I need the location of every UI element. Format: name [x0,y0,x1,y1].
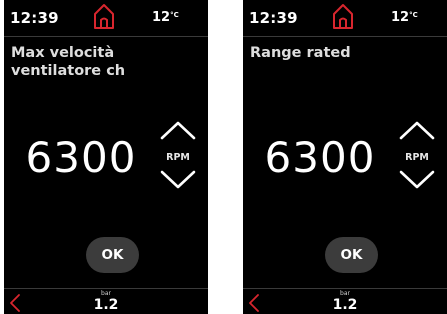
parameter-title: Max velocità ventilatore ch [11,45,126,79]
unit-label: RPM [405,152,429,163]
bottom-bar: bar 1.2 [4,288,208,314]
ok-button[interactable]: OK [86,237,139,273]
temperature-value: 12 [152,10,171,25]
pressure-value: 1.2 [93,297,119,313]
chevron-down-icon[interactable] [398,168,436,192]
chevron-down-icon[interactable] [159,168,197,192]
home-icon[interactable] [92,2,116,30]
chevron-up-icon[interactable] [159,118,197,142]
home-icon[interactable] [331,2,355,30]
temperature-unit: °C [409,11,418,19]
unit-label: RPM [166,152,190,163]
temperature-value: 12 [391,10,410,25]
device-screen-left: 12:39 12°C Max velocità ventilatore ch 6… [4,0,208,314]
parameter-title: Range rated [250,45,351,61]
clock-time: 12:39 [249,9,298,27]
parameter-value: 6300 [264,133,376,182]
bottom-bar: bar 1.2 [243,288,447,314]
chevron-left-icon[interactable] [8,293,22,313]
outdoor-temperature: 12°C [152,10,179,25]
parameter-value: 6300 [25,133,137,182]
chevron-up-icon[interactable] [398,118,436,142]
pressure-readout: bar 1.2 [323,289,367,312]
device-screen-right: 12:39 12°C Range rated 6300 RPM OK bar 1… [243,0,447,314]
outdoor-temperature: 12°C [391,10,418,25]
chevron-left-icon[interactable] [247,293,261,313]
pressure-readout: bar 1.2 [84,289,128,312]
status-bar: 12:39 12°C [4,0,208,37]
clock-time: 12:39 [10,9,59,27]
ok-button[interactable]: OK [325,237,378,273]
temperature-unit: °C [170,11,179,19]
status-bar: 12:39 12°C [243,0,447,37]
pressure-value: 1.2 [332,297,358,313]
